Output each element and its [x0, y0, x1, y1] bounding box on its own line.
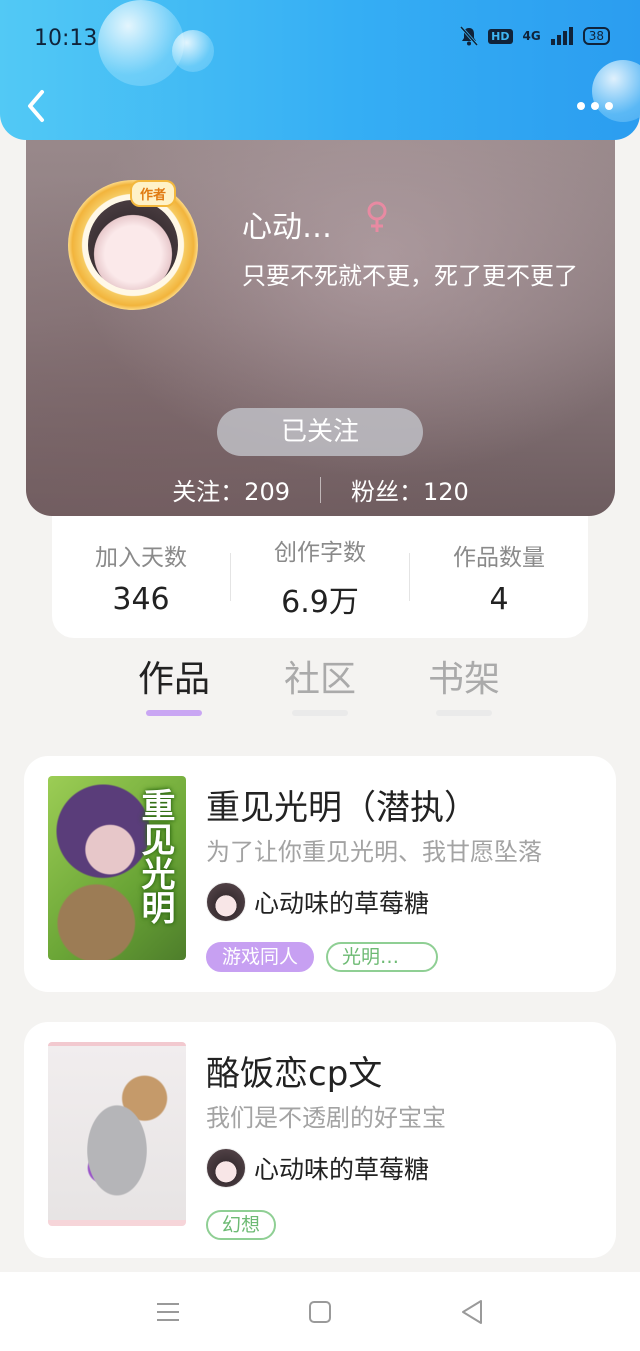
work-author: 心动味的草莓糖	[206, 882, 429, 922]
decorative-bubble	[98, 0, 184, 86]
work-title: 重见光明（潜执）	[206, 788, 478, 828]
status-time: 10:13	[34, 26, 98, 51]
tab-label: 书架	[427, 659, 500, 700]
menu-icon[interactable]	[153, 1298, 183, 1326]
author-avatar-small	[206, 882, 246, 922]
tab-label: 社区	[283, 659, 356, 700]
avatar-image	[88, 200, 178, 290]
work-description: 我们是不透剧的好宝宝	[206, 1104, 446, 1132]
stat-label: 加入天数	[95, 544, 187, 571]
tab-community[interactable]: 社区	[260, 650, 380, 716]
follow-stats: 关注：209 粉丝：120	[26, 472, 615, 507]
work-author: 心动味的草莓糖	[206, 1148, 429, 1188]
work-title: 酪饭恋cp文	[206, 1054, 383, 1094]
divider	[320, 476, 321, 503]
user-signature: 只要不死就不更，死了更不更了	[242, 262, 578, 290]
tab-indicator	[436, 710, 492, 716]
tab-indicator	[292, 710, 348, 716]
book-cover	[48, 1042, 186, 1226]
tab-works[interactable]: 作品	[114, 650, 234, 716]
fans-count[interactable]: 粉丝：120	[351, 472, 469, 507]
author-badge: 作者	[130, 180, 177, 207]
work-tags: 幻想	[206, 1210, 277, 1240]
following-count[interactable]: 关注：209	[172, 472, 290, 507]
back-button[interactable]	[20, 86, 56, 126]
author-stats-card: 加入天数 346 创作字数 6.9万 作品数量 4	[52, 516, 588, 638]
stat-value: 4	[489, 581, 509, 617]
author-avatar[interactable]: 作者	[68, 180, 202, 314]
tab-label: 作品	[137, 659, 210, 700]
user-name: 心动…	[242, 210, 332, 245]
tag-guangming[interactable]: 光明…	[326, 942, 439, 972]
book-cover: 重见光明	[48, 776, 186, 960]
tab-indicator	[146, 710, 202, 716]
author-name: 心动味的草莓糖	[254, 1155, 430, 1184]
followed-button[interactable]: 已关注	[217, 408, 423, 456]
back-triangle-icon[interactable]	[457, 1298, 487, 1326]
work-tags: 游戏同人 光明…	[206, 942, 439, 972]
female-icon	[367, 201, 387, 232]
stat-label: 作品数量	[453, 544, 545, 571]
tag-game-fanfic[interactable]: 游戏同人	[206, 942, 315, 972]
tag-fantasy[interactable]: 幻想	[206, 1210, 277, 1240]
stat-label: 创作字数	[274, 540, 366, 566]
battery-indicator: 38	[582, 27, 610, 45]
stat-works-count: 作品数量 4	[410, 538, 588, 617]
status-icons: HD 4G 38	[460, 26, 610, 46]
author-avatar-small	[206, 1148, 246, 1188]
system-nav-bar	[0, 1272, 640, 1351]
work-card[interactable]: 酪饭恋cp文 我们是不透剧的好宝宝 心动味的草莓糖 幻想	[24, 1022, 616, 1258]
mute-bell-icon	[460, 26, 479, 46]
stat-value: 6.9万	[281, 585, 359, 620]
signal-icon	[550, 27, 573, 45]
stat-join-days: 加入天数 346	[52, 538, 230, 617]
stat-value: 346	[112, 581, 170, 617]
work-card[interactable]: 重见光明 重见光明（潜执） 为了让你重见光明、我甘愿坠落 心动味的草莓糖 游戏同…	[24, 756, 616, 992]
home-square-icon[interactable]	[305, 1298, 335, 1326]
decorative-bubble	[172, 30, 214, 72]
cover-title: 重见光明	[135, 788, 175, 924]
hd-badge: HD	[488, 28, 513, 44]
profile-header: 作者 心动… 只要不死就不更，死了更不更了 已关注 关注：209 粉丝：120	[26, 120, 615, 516]
network-label: 4G	[522, 29, 541, 43]
stat-word-count: 创作字数 6.9万	[231, 533, 409, 621]
top-app-bar: 10:13 HD 4G 38	[0, 0, 640, 140]
tab-bookshelf[interactable]: 书架	[404, 650, 524, 716]
more-options-button[interactable]	[572, 92, 618, 120]
author-name: 心动味的草莓糖	[254, 889, 430, 918]
work-description: 为了让你重见光明、我甘愿坠落	[206, 838, 542, 866]
profile-tabs: 作品 社区 书架	[0, 650, 640, 730]
